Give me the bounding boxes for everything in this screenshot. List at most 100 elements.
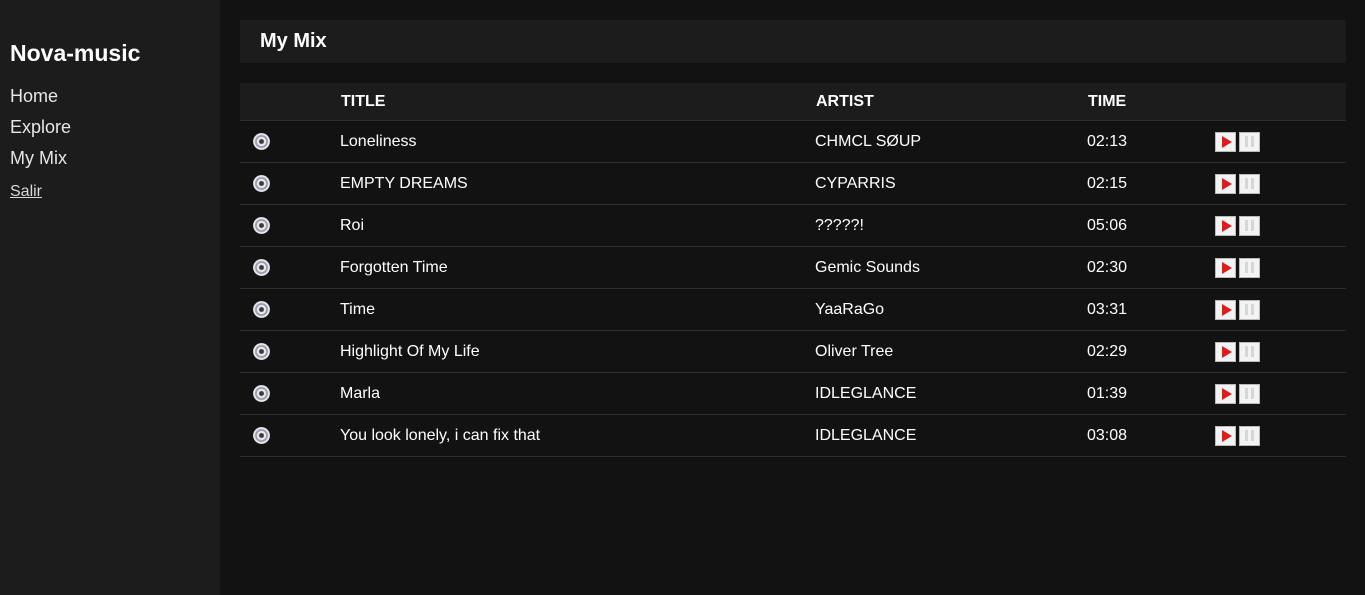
table-row[interactable]: You look lonely, i can fix that IDLEGLAN… xyxy=(240,415,1346,457)
disc-icon xyxy=(253,133,270,150)
table-row[interactable]: Highlight Of My Life Oliver Tree 02:29 xyxy=(240,331,1346,373)
play-icon xyxy=(1221,345,1232,358)
pause-button[interactable] xyxy=(1239,173,1260,194)
track-icon-cell xyxy=(240,133,340,150)
play-icon xyxy=(1221,177,1232,190)
track-time: 03:08 xyxy=(1087,426,1128,444)
track-time: 03:31 xyxy=(1087,300,1128,318)
track-time: 02:30 xyxy=(1087,258,1128,276)
play-button[interactable] xyxy=(1215,215,1236,236)
track-icon-cell xyxy=(240,385,340,402)
track-time: 02:29 xyxy=(1087,342,1128,360)
track-title: Forgotten Time xyxy=(340,258,448,276)
track-time: 02:13 xyxy=(1087,132,1128,150)
track-icon-cell xyxy=(240,175,340,192)
table-row[interactable]: Loneliness CHMCL SØUP 02:13 xyxy=(240,121,1346,163)
track-artist: IDLEGLANCE xyxy=(815,384,917,402)
track-actions xyxy=(1215,257,1346,278)
table-row[interactable]: Roi ?????! 05:06 xyxy=(240,205,1346,247)
track-actions xyxy=(1215,425,1346,446)
sidebar-item-my-mix[interactable]: My Mix xyxy=(10,143,210,174)
track-icon-cell xyxy=(240,217,340,234)
track-artist: IDLEGLANCE xyxy=(815,426,917,444)
pause-button[interactable] xyxy=(1239,383,1260,404)
track-icon-cell xyxy=(240,427,340,444)
track-title: Loneliness xyxy=(340,132,417,150)
track-artist: CYPARRIS xyxy=(815,174,896,192)
header-time: TIME xyxy=(1088,92,1127,110)
play-button[interactable] xyxy=(1215,257,1236,278)
brand-logo: Nova-music xyxy=(10,40,141,66)
table-row[interactable]: Forgotten Time Gemic Sounds 02:30 xyxy=(240,247,1346,289)
play-icon xyxy=(1221,303,1232,316)
track-time: 02:15 xyxy=(1087,174,1128,192)
track-title: Highlight Of My Life xyxy=(340,342,480,360)
table-row[interactable]: EMPTY DREAMS CYPARRIS 02:15 xyxy=(240,163,1346,205)
play-button[interactable] xyxy=(1215,425,1236,446)
track-time: 05:06 xyxy=(1087,216,1128,234)
track-actions xyxy=(1215,383,1346,404)
pause-icon xyxy=(1245,304,1254,315)
play-icon xyxy=(1221,219,1232,232)
pause-button[interactable] xyxy=(1239,131,1260,152)
play-button[interactable] xyxy=(1215,173,1236,194)
disc-icon xyxy=(253,301,270,318)
pause-button[interactable] xyxy=(1239,215,1260,236)
track-actions xyxy=(1215,215,1346,236)
disc-icon xyxy=(253,343,270,360)
play-button[interactable] xyxy=(1215,383,1236,404)
table-row[interactable]: Time YaaRaGo 03:31 xyxy=(240,289,1346,331)
track-artist: Gemic Sounds xyxy=(815,258,920,276)
header-title: TITLE xyxy=(341,92,386,110)
play-icon xyxy=(1221,261,1232,274)
pause-icon xyxy=(1245,346,1254,357)
track-icon-cell xyxy=(240,301,340,318)
track-title: You look lonely, i can fix that xyxy=(340,426,541,444)
play-button[interactable] xyxy=(1215,299,1236,320)
pause-button[interactable] xyxy=(1239,299,1260,320)
header-artist: ARTIST xyxy=(816,92,874,110)
play-button[interactable] xyxy=(1215,131,1236,152)
disc-icon xyxy=(253,175,270,192)
play-icon xyxy=(1221,429,1232,442)
pause-icon xyxy=(1245,136,1254,147)
disc-icon xyxy=(253,259,270,276)
disc-icon xyxy=(253,427,270,444)
pause-icon xyxy=(1245,430,1254,441)
page-title: My Mix xyxy=(260,30,327,52)
sidebar: Nova-music Home Explore My Mix Salir xyxy=(0,0,220,595)
pause-button[interactable] xyxy=(1239,341,1260,362)
logout-link[interactable]: Salir xyxy=(10,183,42,201)
table-body: Loneliness CHMCL SØUP 02:13 EMPTY DREAMS… xyxy=(240,121,1346,457)
table-row[interactable]: Marla IDLEGLANCE 01:39 xyxy=(240,373,1346,415)
pause-icon xyxy=(1245,178,1254,189)
pause-icon xyxy=(1245,220,1254,231)
track-artist: Oliver Tree xyxy=(815,342,894,360)
track-time: 01:39 xyxy=(1087,384,1128,402)
pause-button[interactable] xyxy=(1239,425,1260,446)
disc-icon xyxy=(253,385,270,402)
track-actions xyxy=(1215,131,1346,152)
pause-icon xyxy=(1245,262,1254,273)
sidebar-item-explore[interactable]: Explore xyxy=(10,112,210,143)
track-actions xyxy=(1215,173,1346,194)
track-artist: CHMCL SØUP xyxy=(815,132,922,150)
track-title: EMPTY DREAMS xyxy=(340,174,468,192)
main-content: My Mix TITLE ARTIST TIME Loneliness CHMC… xyxy=(220,0,1365,595)
sidebar-item-home[interactable]: Home xyxy=(10,81,210,112)
track-artist: YaaRaGo xyxy=(815,300,885,318)
track-actions xyxy=(1215,299,1346,320)
pause-icon xyxy=(1245,388,1254,399)
track-title: Roi xyxy=(340,216,365,234)
play-icon xyxy=(1221,387,1232,400)
track-table: TITLE ARTIST TIME Loneliness CHMCL SØUP … xyxy=(240,83,1346,457)
play-button[interactable] xyxy=(1215,341,1236,362)
pause-button[interactable] xyxy=(1239,257,1260,278)
track-title: Marla xyxy=(340,384,381,402)
sidebar-nav: Home Explore My Mix xyxy=(10,81,210,174)
table-header: TITLE ARTIST TIME xyxy=(240,83,1346,121)
app-window: Nova-music Home Explore My Mix Salir My … xyxy=(0,0,1365,595)
title-bar: My Mix xyxy=(240,20,1346,63)
play-icon xyxy=(1221,135,1232,148)
track-title: Time xyxy=(340,300,375,318)
